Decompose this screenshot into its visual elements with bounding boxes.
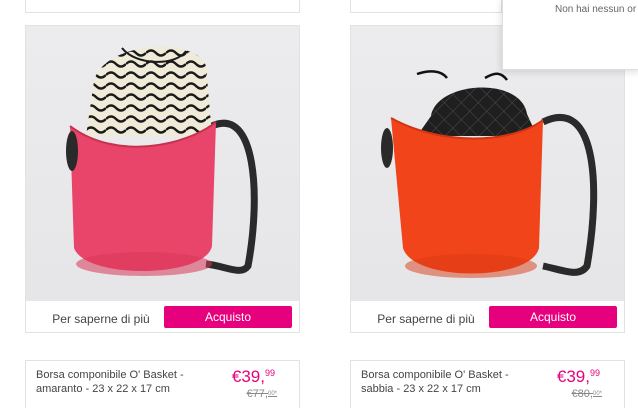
bag-illustration xyxy=(66,46,258,276)
old-price: €80,00* xyxy=(572,388,602,400)
product-card: Per saperne di più Acquisto xyxy=(25,25,300,333)
price-cents: 99 xyxy=(589,368,600,378)
card-divider xyxy=(26,300,299,301)
cart-empty-message: Non hai nessun or xyxy=(555,4,637,15)
buy-button[interactable]: Acquisto xyxy=(164,306,292,328)
product-name[interactable]: Borsa componibile O' Basket - amaranto -… xyxy=(36,368,206,396)
more-info-link[interactable]: Per saperne di più xyxy=(36,310,166,328)
old-price-main: €80, xyxy=(571,388,593,400)
old-price: €77,00* xyxy=(247,388,277,400)
buy-button[interactable]: Acquisto xyxy=(489,306,617,328)
old-price-cents: 00* xyxy=(592,391,602,397)
more-info-link[interactable]: Per saperne di più xyxy=(361,310,491,328)
old-price-main: €77, xyxy=(246,388,268,400)
price-cents: 99 xyxy=(264,368,275,378)
product-info: Borsa componibile O' Basket - sabbia - 2… xyxy=(350,360,625,408)
current-price: €39,99 xyxy=(232,367,275,387)
old-price-cents: 00* xyxy=(267,391,277,397)
product-image[interactable] xyxy=(26,26,299,300)
price-main: €39, xyxy=(231,367,265,386)
previous-product-card-bottom xyxy=(25,0,300,13)
product-name[interactable]: Borsa componibile O' Basket - sabbia - 2… xyxy=(361,368,531,396)
cart-popup: Non hai nessun or xyxy=(502,0,638,70)
card-divider xyxy=(351,300,624,301)
price-main: €39, xyxy=(556,367,590,386)
product-info: Borsa componibile O' Basket - amaranto -… xyxy=(25,360,300,408)
product-card: Per saperne di più Acquisto xyxy=(350,25,625,333)
previous-product-card-bottom xyxy=(350,0,502,13)
current-price: €39,99 xyxy=(557,367,600,387)
